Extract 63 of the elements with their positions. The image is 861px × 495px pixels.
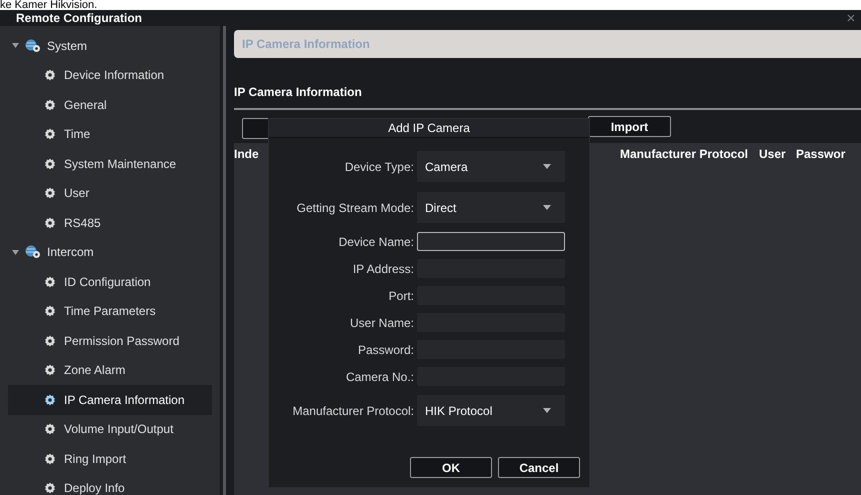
tree-item[interactable]: Ring Import: [8, 444, 212, 474]
gear-icon: [44, 216, 56, 229]
gear-icon: [44, 334, 56, 347]
gear-icon: [44, 423, 56, 436]
field-label: Manufacturer Protocol:: [292, 402, 415, 420]
tree-group[interactable]: System: [8, 31, 220, 60]
splitter-handle[interactable]: [222, 26, 226, 495]
ok-button[interactable]: OK: [410, 457, 492, 478]
gear-icon: [44, 276, 56, 288]
dropdown[interactable]: HIK Protocol: [417, 395, 565, 426]
tree-item[interactable]: System Maintenance: [8, 149, 212, 178]
caption-text: ke Kamer Hikvision.: [0, 0, 98, 10]
input-field[interactable]: [417, 232, 565, 251]
import-button[interactable]: Import: [588, 116, 671, 137]
dropdown[interactable]: Camera: [417, 151, 565, 182]
cancel-button[interactable]: Cancel: [498, 457, 580, 478]
field-label: IP Address:: [352, 260, 415, 278]
tree-item[interactable]: General: [8, 90, 212, 120]
caret-icon: [543, 408, 551, 413]
tree-item[interactable]: Zone Alarm: [8, 356, 212, 385]
gear-icon: [44, 187, 56, 200]
section-title: IP Camera Information: [234, 84, 362, 101]
caret-icon[interactable]: [12, 250, 19, 255]
dropdown[interactable]: Direct: [417, 192, 565, 223]
globe-gear-icon: [25, 38, 41, 53]
field-label: Camera No.:: [344, 368, 415, 386]
field-label: Port:: [388, 288, 415, 304]
column-header[interactable]: Manufacturer Protocol: [620, 147, 748, 161]
gear-icon: [44, 452, 56, 465]
tree-item[interactable]: User: [8, 178, 212, 208]
tree-item[interactable]: ID Configuration: [8, 267, 212, 296]
field-label: Password:: [356, 342, 415, 358]
window-title: Remote Configuration: [16, 11, 142, 25]
page-header: IP Camera Information: [234, 30, 861, 58]
column-header[interactable]: Passwor: [796, 147, 846, 161]
tree-item[interactable]: Time Parameters: [8, 296, 212, 326]
gear-icon: [44, 305, 56, 318]
gear-icon: [44, 364, 56, 376]
gear-icon: [44, 158, 56, 170]
gear-icon: [44, 394, 56, 406]
gear-icon: [44, 98, 56, 111]
column-header[interactable]: Inde: [234, 147, 259, 161]
gear-icon: [44, 128, 56, 140]
tree-item[interactable]: Volume Input/Output: [8, 414, 212, 444]
tree-item[interactable]: Device Information: [8, 60, 212, 90]
column-header[interactable]: User: [759, 147, 786, 161]
tree-item[interactable]: IP Camera Information: [8, 385, 212, 414]
gear-icon: [44, 69, 56, 82]
field-label: Getting Stream Mode:: [296, 200, 415, 216]
dialog-title: Add IP Camera: [388, 120, 470, 137]
tree-item[interactable]: Time: [8, 120, 212, 149]
caret-icon: [543, 164, 551, 169]
field-label: Device Type:: [344, 158, 415, 176]
tree-item[interactable]: Deploy Info: [8, 474, 212, 495]
tree-item[interactable]: Permission Password: [8, 326, 212, 356]
field-label: Device Name:: [338, 234, 415, 250]
caret-icon: [543, 205, 551, 210]
globe-gear-icon: [25, 245, 41, 260]
caret-icon[interactable]: [12, 43, 19, 48]
field-label: User Name:: [348, 314, 415, 332]
tree-item[interactable]: RS485: [8, 208, 212, 238]
close-icon[interactable]: [847, 14, 855, 22]
tree-group[interactable]: Intercom: [8, 238, 220, 267]
